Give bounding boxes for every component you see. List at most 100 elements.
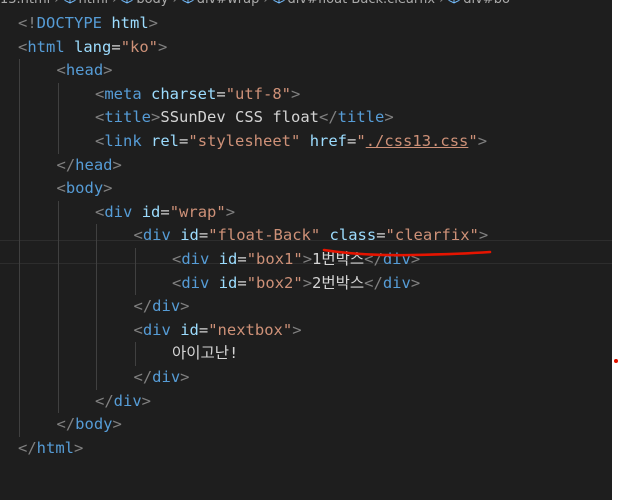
indent-guide bbox=[57, 129, 59, 154]
code-token-punct: </ bbox=[133, 297, 153, 316]
code-token-punct: > bbox=[141, 391, 152, 410]
code-token-punct: </ bbox=[364, 273, 383, 292]
code-token-punct: > bbox=[477, 131, 488, 150]
code-token-attr: id bbox=[218, 249, 238, 268]
code-token-punct: < bbox=[95, 108, 105, 127]
code-token-text: = bbox=[198, 320, 209, 339]
code-token-punct: > bbox=[112, 155, 122, 174]
code-line: <head> bbox=[0, 59, 488, 83]
code-token-str: "box2" bbox=[246, 273, 303, 292]
error-marker bbox=[614, 359, 618, 363]
code-token-punct: > bbox=[148, 14, 159, 32]
code-line: </html> bbox=[0, 437, 488, 461]
indent-guide bbox=[96, 224, 97, 248]
indent-guide bbox=[134, 247, 136, 272]
code-area[interactable]: <!DOCTYPE html> <html lang="ko"> <head> <me… bbox=[0, 12, 488, 460]
indent-guide bbox=[19, 365, 20, 390]
code-line: <title>SSunDev CSS float</title> bbox=[0, 106, 488, 130]
code-token-punct: </ bbox=[56, 415, 76, 434]
code-token-tag: div bbox=[104, 202, 133, 221]
code-token-punct: < bbox=[133, 320, 143, 339]
breadcrumb-label: body bbox=[136, 0, 168, 7]
code-token-str: "ko" bbox=[120, 37, 159, 56]
indent-guide bbox=[96, 247, 97, 272]
code-token-punct: </ bbox=[133, 367, 153, 386]
code-line: </body> bbox=[0, 413, 488, 437]
indent-guide bbox=[134, 271, 136, 296]
code-line: 아이고난! bbox=[0, 342, 488, 366]
breadcrumb-item[interactable]: div#wrap bbox=[182, 0, 259, 7]
indent-guide bbox=[19, 200, 20, 225]
indent-guide bbox=[19, 271, 20, 296]
chevron-right-icon: › bbox=[112, 0, 117, 7]
indent-guide bbox=[19, 177, 20, 201]
indent-guide bbox=[19, 342, 20, 366]
code-token-tag: body bbox=[65, 179, 104, 198]
code-token-tag: meta bbox=[104, 84, 142, 103]
code-token-attr: href bbox=[309, 131, 348, 150]
code-token-tag: title bbox=[104, 108, 152, 127]
code-token-text: 아이고난! bbox=[172, 344, 239, 363]
indent-guide bbox=[19, 318, 20, 343]
code-token-tag: head bbox=[75, 155, 113, 174]
breadcrumb-item[interactable]: div#bo bbox=[448, 0, 510, 7]
red-underline-annotation bbox=[322, 248, 492, 257]
code-token-text: = bbox=[198, 226, 209, 245]
code-token-attr: lang bbox=[74, 37, 112, 56]
code-token-punct: < bbox=[18, 37, 28, 56]
indent-guide bbox=[19, 295, 20, 319]
code-token-attr: rel bbox=[151, 131, 180, 150]
indent-guide bbox=[57, 200, 59, 225]
code-token-punct: > bbox=[302, 273, 313, 292]
indent-guide bbox=[19, 106, 20, 130]
code-token-punct: < bbox=[56, 61, 66, 80]
code-token-str: "stylesheet" bbox=[188, 131, 301, 150]
code-token-str: " bbox=[468, 131, 478, 150]
code-token-tag: div bbox=[113, 391, 142, 410]
indent-guide bbox=[57, 318, 59, 343]
indent-guide bbox=[19, 413, 20, 437]
code-line: </div> bbox=[0, 389, 488, 414]
breadcrumb-item[interactable]: 13.html bbox=[0, 0, 50, 7]
code-line: <meta charset="utf-8"> bbox=[0, 82, 488, 107]
code-line: </div> bbox=[0, 365, 488, 390]
code-token-punct: > bbox=[291, 84, 301, 103]
code-token-tag: html bbox=[36, 438, 74, 457]
indent-guide bbox=[96, 342, 97, 366]
indent-guide bbox=[57, 342, 59, 366]
code-editor[interactable]: 13.html›html›body›div#wrap›div#float-Bac… bbox=[0, 0, 612, 500]
breadcrumb-label: 13.html bbox=[0, 0, 50, 7]
indent-guide bbox=[19, 389, 20, 414]
code-token-punct: < bbox=[172, 249, 182, 268]
breadcrumb-item[interactable]: html bbox=[64, 0, 108, 7]
breadcrumb-label: div#bo bbox=[463, 0, 510, 7]
chevron-right-icon: › bbox=[54, 0, 59, 7]
code-line: <div id="nextbox"> bbox=[0, 318, 488, 343]
indent-guide bbox=[57, 365, 59, 390]
code-token-punct: > bbox=[158, 37, 168, 56]
code-token-punct: </ bbox=[95, 391, 114, 410]
indent-guide bbox=[134, 342, 136, 366]
code-token-tag: div bbox=[181, 273, 210, 292]
code-token-punct: > bbox=[180, 367, 190, 386]
indent-guide bbox=[96, 318, 97, 343]
code-token-str: "box1" bbox=[246, 249, 303, 268]
code-line: </head> bbox=[0, 153, 488, 178]
code-token-text: = bbox=[160, 202, 170, 221]
breadcrumb-item[interactable]: div#float-Back.clearfix bbox=[273, 0, 435, 7]
code-token-punct: </ bbox=[319, 108, 338, 127]
breadcrumb-item[interactable]: body bbox=[121, 0, 168, 7]
code-token-tag: head bbox=[65, 61, 104, 80]
code-token-attr: id bbox=[180, 226, 199, 245]
code-token-attr: html bbox=[111, 14, 149, 32]
code-token-attr: id bbox=[141, 202, 161, 221]
code-token-tag: div bbox=[142, 320, 171, 339]
code-token-punct: < bbox=[133, 226, 143, 245]
code-line: <div id="box2">2번박스</div> bbox=[0, 271, 488, 296]
code-token-punct: > bbox=[103, 179, 113, 198]
